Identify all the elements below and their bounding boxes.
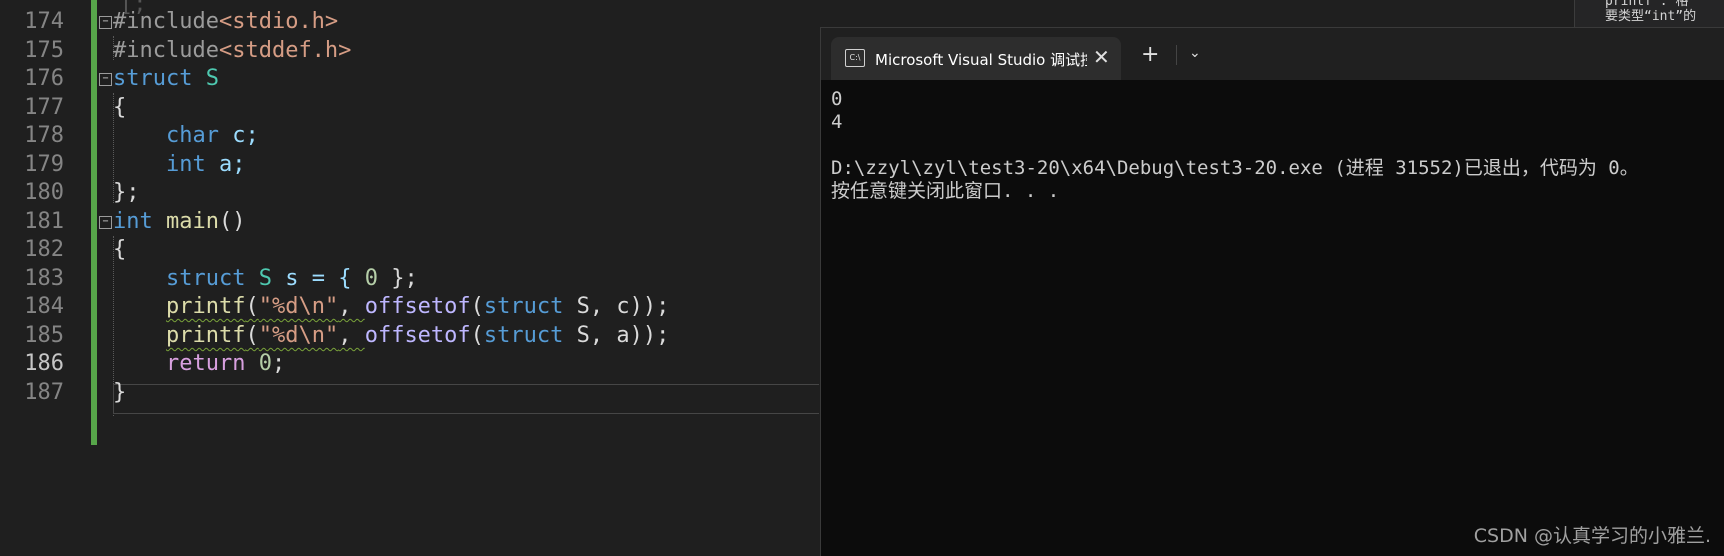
keyword: struct	[165, 266, 246, 291]
include-header: <stdio.h>	[218, 9, 339, 34]
line-number: 179	[24, 152, 64, 177]
change-indicator-bar	[91, 0, 97, 445]
line-number: 183	[24, 266, 64, 291]
line-number: 178	[24, 123, 64, 148]
punctuation: };	[377, 266, 418, 291]
code-line[interactable]: #include<stdio.h>	[113, 6, 338, 37]
code-line[interactable]: };	[113, 177, 140, 208]
code-line-current[interactable]: return 0;	[113, 348, 285, 379]
new-tab-button[interactable]: +	[1141, 42, 1159, 67]
line-number: 181	[24, 209, 64, 234]
macro: offsetof	[364, 323, 471, 348]
keyword: struct	[483, 294, 564, 319]
fold-toggle-icon[interactable]: −	[99, 16, 112, 29]
tab-title: Microsoft Visual Studio 调试控	[875, 51, 1087, 69]
function-call: printf	[165, 294, 246, 319]
line-number: 182	[24, 237, 64, 262]
string-literal: "%d\n"	[258, 294, 339, 319]
arguments: S, a	[576, 323, 630, 348]
member: c;	[232, 123, 259, 148]
line-number-active: 186	[24, 351, 64, 376]
code-line[interactable]: {	[113, 234, 126, 265]
close-tab-icon[interactable]: ✕	[1093, 45, 1110, 69]
watermark: CSDN @认真学习的小雅兰.	[1473, 525, 1711, 547]
line-number: 187	[24, 380, 64, 405]
code-line[interactable]: #include<stddef.h>	[113, 35, 351, 66]
keyword: char	[165, 123, 219, 148]
code-line[interactable]: struct S s = { 0 };	[113, 263, 418, 294]
debug-console-window[interactable]: C:\ Microsoft Visual Studio 调试控 ✕ + ⌄ 04…	[820, 27, 1724, 556]
line-number: 177	[24, 95, 64, 120]
code-line[interactable]: int main()	[113, 206, 245, 237]
keyword: return	[165, 351, 246, 376]
current-line-highlight	[113, 384, 819, 414]
brace: {	[113, 237, 127, 262]
arguments: S, c	[576, 294, 630, 319]
terminal-icon: C:\	[845, 49, 865, 67]
declaration: s = {	[285, 266, 365, 291]
output-line: 0	[831, 88, 843, 110]
code-line[interactable]: printf("%d\n", offsetof(struct S, a));	[113, 320, 669, 351]
member: a;	[218, 152, 246, 177]
output-line: 按任意键关闭此窗口. . .	[831, 180, 1060, 202]
hover-tooltip: printf : 格 要类型“int”的	[1574, 0, 1724, 28]
line-number: 174	[24, 9, 64, 34]
tooltip-line: printf : 格	[1605, 0, 1689, 9]
tab-separator	[1176, 45, 1177, 65]
keyword: int	[165, 152, 206, 177]
tooltip-line: 要类型“int”的	[1605, 9, 1697, 24]
keyword: struct	[113, 66, 193, 91]
brace: {	[113, 95, 127, 120]
brace: };	[113, 180, 140, 205]
type-name: S	[258, 266, 272, 291]
number: 0	[364, 266, 378, 291]
line-number: 185	[24, 323, 64, 348]
line-number: 175	[24, 38, 64, 63]
preprocessor-directive: #include	[113, 9, 219, 34]
output-line: 4	[831, 111, 843, 133]
keyword: int	[113, 209, 153, 234]
preprocessor-directive: #include	[113, 38, 219, 63]
fold-toggle-icon[interactable]: −	[99, 216, 112, 229]
console-tab-bar: C:\ Microsoft Visual Studio 调试控 ✕ + ⌄	[821, 28, 1724, 80]
string-literal: "%d\n"	[258, 323, 339, 348]
console-output[interactable]: 0 4 D:\zzyl\zyl\test3-20\x64\Debug\test3-2…	[831, 88, 1639, 203]
number: 0	[258, 351, 272, 376]
brace: }	[113, 380, 127, 405]
type-name: S	[205, 66, 219, 91]
code-line[interactable]: }	[113, 377, 126, 408]
code-line[interactable]: int a;	[113, 149, 246, 180]
line-number: 180	[24, 180, 64, 205]
code-line[interactable]: printf("%d\n", offsetof(struct S, c));	[113, 291, 669, 322]
fold-toggle-icon[interactable]: −	[99, 73, 112, 86]
function-name: main	[166, 209, 219, 234]
code-line[interactable]: {	[113, 92, 126, 123]
code-line[interactable]: struct S	[113, 63, 219, 94]
function-call: printf	[165, 323, 246, 348]
code-line[interactable]: char c;	[113, 120, 259, 151]
output-line: D:\zzyl\zyl\test3-20\x64\Debug\test3-20.…	[831, 157, 1639, 179]
include-header: <stddef.h>	[218, 38, 352, 63]
chevron-down-icon[interactable]: ⌄	[1189, 45, 1201, 61]
parens: ()	[218, 209, 246, 234]
console-tab[interactable]: C:\ Microsoft Visual Studio 调试控 ✕	[831, 37, 1121, 80]
line-number: 176	[24, 66, 64, 91]
line-number: 184	[24, 294, 64, 319]
macro: offsetof	[364, 294, 471, 319]
keyword: struct	[483, 323, 564, 348]
